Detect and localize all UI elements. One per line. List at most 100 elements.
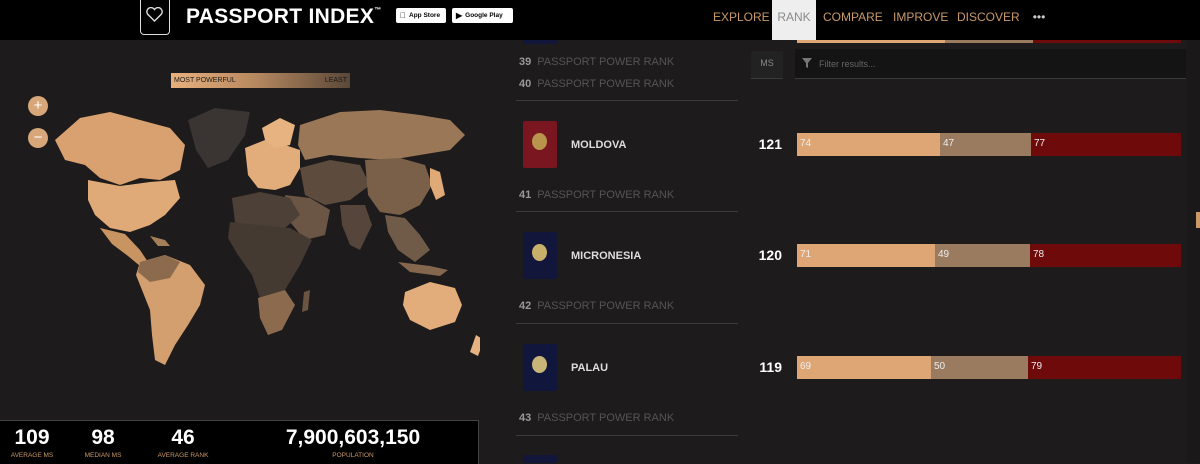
map-north-america-north <box>55 112 185 185</box>
passport-heart-logo-icon[interactable] <box>140 0 170 35</box>
stat-average-ms: 109 AVERAGE MS <box>8 426 56 460</box>
rank-number: 42 <box>519 300 532 312</box>
visa-on-arrival-segment: 49 <box>935 244 1030 267</box>
brand-title[interactable]: PASSPORT INDEX™ <box>186 5 382 29</box>
stat-value: 98 <box>91 426 115 449</box>
google-play-label: Google Play <box>465 12 503 19</box>
play-icon: ▶ <box>456 11 463 20</box>
map-india <box>340 205 372 250</box>
country-name[interactable]: PALAU <box>571 362 608 374</box>
filter-icon <box>802 58 812 68</box>
visa-on-arrival-segment: 47 <box>940 133 1031 156</box>
mobility-bar: 74 47 77 <box>797 133 1181 156</box>
brand-text: PASSPORT INDEX <box>186 5 375 28</box>
nav-improve[interactable]: IMPROVE <box>893 0 948 40</box>
rank-label-41: 41 PASSPORT POWER RANK <box>519 189 674 201</box>
divider <box>516 323 738 324</box>
app-store-badge[interactable]:  App Store <box>396 8 446 23</box>
visa-required-segment: 78 <box>1030 244 1181 267</box>
coat-of-arms-icon <box>532 133 547 150</box>
partial-bar-top <box>797 40 1181 43</box>
visa-free-segment: 71 <box>797 244 935 267</box>
map-japan-korea <box>430 168 445 200</box>
map-caribbean <box>150 236 170 246</box>
mobility-score: 120 <box>758 247 782 263</box>
trademark: ™ <box>374 7 382 14</box>
nav-rank[interactable]: RANK <box>772 0 816 40</box>
passport-cover-partial <box>523 455 557 463</box>
visa-required-segment: 79 <box>1028 356 1181 379</box>
passport-cover-palau[interactable] <box>523 344 557 391</box>
apple-icon:  <box>400 11 406 20</box>
visa-on-arrival-segment: 50 <box>931 356 1028 379</box>
seal-icon <box>532 356 547 373</box>
country-name[interactable]: MICRONESIA <box>571 250 641 262</box>
stat-value: 46 <box>171 426 195 449</box>
map-russia <box>298 110 465 160</box>
rank-label-43: 43 PASSPORT POWER RANK <box>519 412 674 424</box>
scroll-track[interactable] <box>1186 40 1200 463</box>
rank-number: 43 <box>519 412 532 424</box>
stat-value: 109 <box>14 426 50 449</box>
nav-discover[interactable]: DISCOVER <box>957 0 1020 40</box>
stat-label: MEDIAN MS <box>84 452 122 459</box>
rank-number: 40 <box>519 78 532 90</box>
world-map[interactable] <box>0 40 480 420</box>
rank-number: 41 <box>519 189 532 201</box>
map-southeast-asia <box>385 215 430 262</box>
stat-average-rank: 46 AVERAGE RANK <box>152 426 214 460</box>
visa-required-segment: 77 <box>1031 133 1181 156</box>
rank-text: PASSPORT POWER RANK <box>537 56 675 68</box>
seal-icon <box>532 244 547 261</box>
divider <box>516 435 738 436</box>
stat-label: POPULATION <box>332 452 374 459</box>
map-southern-africa <box>258 290 295 335</box>
stat-value: 7,900,603,150 <box>285 426 421 449</box>
map-new-zealand <box>470 335 480 356</box>
map-central-africa <box>228 222 312 305</box>
map-central-america <box>100 228 148 266</box>
rank-label-40: 40 PASSPORT POWER RANK <box>519 78 674 90</box>
nav-compare[interactable]: COMPARE <box>823 0 883 40</box>
mobility-score: 119 <box>759 359 782 375</box>
stat-median-ms: 98 MEDIAN MS <box>80 426 126 460</box>
map-australia <box>403 282 462 330</box>
scroll-handle[interactable] <box>1196 212 1200 228</box>
divider <box>516 211 738 212</box>
mobility-bar: 69 50 79 <box>797 356 1181 379</box>
rank-number: 39 <box>519 56 532 68</box>
filter-box[interactable] <box>795 49 1186 79</box>
rank-text: PASSPORT POWER RANK <box>537 412 675 424</box>
map-greenland <box>188 108 250 168</box>
visa-free-segment: 69 <box>797 356 931 379</box>
rank-text: PASSPORT POWER RANK <box>537 78 675 90</box>
rank-label-42: 42 PASSPORT POWER RANK <box>519 300 674 312</box>
top-navigation-bar: PASSPORT INDEX™  App Store ▶ Google Pla… <box>0 0 1200 40</box>
passport-cover-moldova[interactable] <box>523 121 557 168</box>
nav-explore[interactable]: EXPLORE <box>713 0 770 40</box>
stat-label: AVERAGE MS <box>10 452 54 459</box>
rank-text: PASSPORT POWER RANK <box>537 300 675 312</box>
map-usa <box>88 180 180 232</box>
stat-population: 7,900,603,150 POPULATION <box>268 426 438 460</box>
passport-cover-micronesia[interactable] <box>523 232 557 279</box>
filter-results-input[interactable] <box>817 55 1181 73</box>
visa-free-segment: 74 <box>797 133 940 156</box>
more-menu-icon[interactable]: ••• <box>1030 0 1048 40</box>
mobility-bar: 71 49 78 <box>797 244 1181 267</box>
country-name[interactable]: MOLDOVA <box>571 139 626 151</box>
rank-label-39: 39 PASSPORT POWER RANK <box>519 56 674 68</box>
map-indonesia <box>398 262 448 276</box>
google-play-badge[interactable]: ▶ Google Play <box>452 8 513 23</box>
divider <box>516 100 738 101</box>
map-china <box>365 158 432 215</box>
ms-column-header[interactable]: MS <box>751 51 783 79</box>
rank-text: PASSPORT POWER RANK <box>537 189 675 201</box>
mobility-score: 121 <box>758 136 782 152</box>
stats-panel: 109 AVERAGE MS 98 MEDIAN MS 46 AVERAGE R… <box>0 420 479 464</box>
map-europe <box>245 140 300 190</box>
map-central-asia <box>300 160 370 205</box>
map-madagascar <box>302 290 310 312</box>
app-store-label: App Store <box>403 12 440 19</box>
stat-label: AVERAGE RANK <box>157 452 209 459</box>
